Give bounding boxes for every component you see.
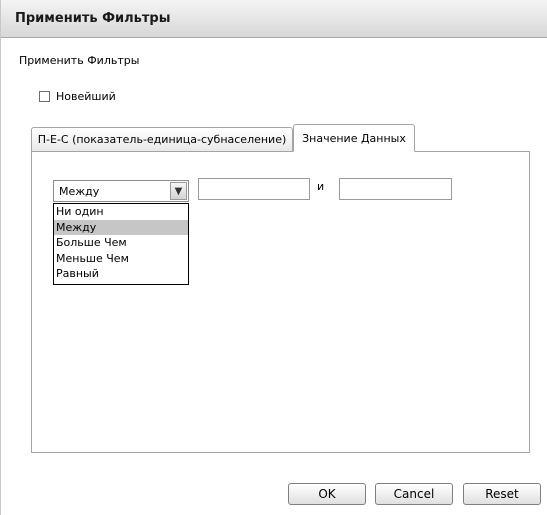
dropdown-option-selected[interactable]: Между — [54, 219, 188, 235]
window-title: Применить Фильтры — [15, 11, 171, 26]
newest-checkbox-label[interactable]: Новейший — [56, 90, 116, 103]
tab-label: Значение Данных — [302, 131, 406, 145]
newest-checkbox-row[interactable]: Новейший — [39, 89, 116, 103]
dropdown-option[interactable]: Равный — [54, 266, 188, 282]
newest-checkbox[interactable] — [39, 90, 50, 102]
dropdown-option[interactable]: Ни один — [54, 204, 188, 220]
dropdown-option[interactable]: Меньше Чем — [54, 251, 188, 267]
and-label: и — [317, 180, 325, 193]
chevron-down-icon[interactable]: ▼ — [170, 182, 187, 200]
condition-select-value: Между — [59, 185, 100, 198]
dropdown-option[interactable]: Больше Чем — [54, 235, 188, 251]
to-value-input[interactable] — [339, 178, 452, 200]
condition-dropdown-list: Ни один Между Больше Чем Меньше Чем Равн… — [53, 203, 189, 285]
reset-button[interactable]: Reset — [463, 483, 541, 505]
tab-indicator-unit-subgroup[interactable]: П-Е-С (показатель-единица-субнаселение) — [31, 127, 293, 151]
condition-select[interactable]: Между ▼ — [53, 180, 189, 202]
from-value-input[interactable] — [198, 178, 310, 200]
tab-data-value[interactable]: Значение Данных — [293, 124, 415, 152]
apply-filters-dialog: Применить Фильтры Применить Фильтры Нове… — [0, 0, 547, 515]
ok-button[interactable]: OK — [288, 483, 366, 505]
cancel-button[interactable]: Cancel — [375, 483, 453, 505]
tab-label: П-Е-С (показатель-единица-субнаселение) — [37, 133, 287, 146]
title-bar[interactable]: Применить Фильтры — [1, 0, 547, 38]
dialog-subtitle: Применить Фильтры — [19, 54, 140, 67]
